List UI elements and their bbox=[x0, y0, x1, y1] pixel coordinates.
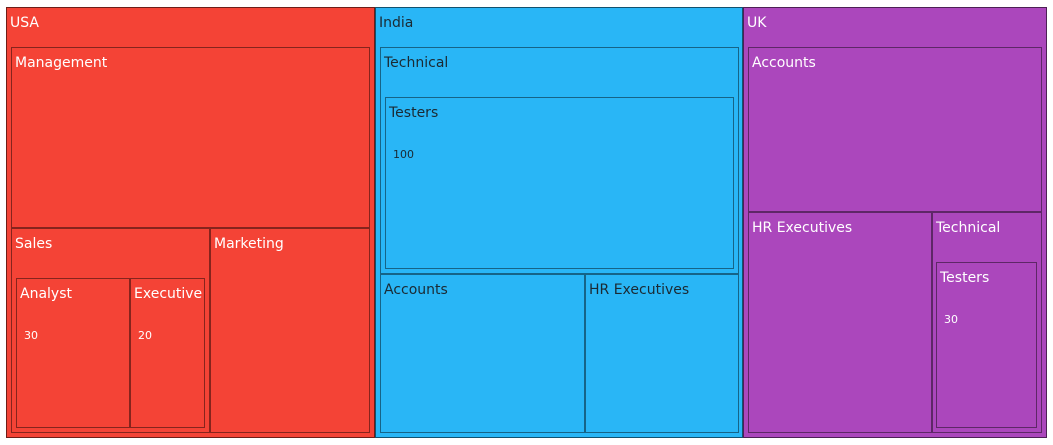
treemap-label: UK bbox=[747, 15, 767, 31]
treemap-label: Technical bbox=[384, 55, 449, 71]
treemap-label: Testers bbox=[940, 270, 990, 286]
treemap-label: Testers bbox=[389, 105, 439, 121]
treemap-node-uk[interactable]: UK Accounts HR Executives Technical Testers 3… bbox=[743, 7, 1047, 438]
treemap-label: India bbox=[379, 15, 414, 31]
treemap-node-accounts[interactable]: Accounts bbox=[380, 274, 585, 433]
treemap-node-testers[interactable]: Testers 100 bbox=[385, 97, 734, 269]
treemap-label: Accounts bbox=[752, 55, 816, 71]
treemap-node-hr-executives[interactable]: HR Executives bbox=[585, 274, 739, 433]
treemap-node-hr-executives[interactable]: HR Executives bbox=[748, 212, 932, 433]
treemap-label: Marketing bbox=[214, 236, 284, 252]
treemap-label: Analyst bbox=[20, 286, 72, 302]
treemap-label: USA bbox=[10, 15, 39, 31]
treemap-label: Sales bbox=[15, 236, 53, 252]
treemap-label: Technical bbox=[936, 220, 1001, 236]
treemap-node-india[interactable]: India Technical Testers 100 Accounts HR Execu… bbox=[375, 7, 743, 438]
treemap-node-testers[interactable]: Testers 30 bbox=[936, 262, 1037, 428]
treemap-node-technical[interactable]: Technical Testers 30 bbox=[932, 212, 1042, 433]
treemap-node-executive[interactable]: Executive 20 bbox=[130, 278, 205, 428]
treemap-label: Accounts bbox=[384, 282, 448, 298]
treemap-node-accounts[interactable]: Accounts bbox=[748, 47, 1042, 212]
treemap-label: Executive bbox=[134, 286, 203, 302]
treemap-node-marketing[interactable]: Marketing bbox=[210, 228, 370, 433]
treemap-value: 20 bbox=[138, 329, 152, 342]
treemap-node-management[interactable]: Management bbox=[11, 47, 370, 228]
treemap-value: 100 bbox=[393, 148, 414, 161]
treemap-value: 30 bbox=[944, 313, 958, 326]
treemap-node-technical[interactable]: Technical Testers 100 bbox=[380, 47, 739, 274]
treemap-label: HR Executives bbox=[752, 220, 853, 236]
treemap-label: HR Executives bbox=[589, 282, 690, 298]
treemap-node-sales[interactable]: Sales Analyst 30 Executive 20 bbox=[11, 228, 210, 433]
treemap-label: Management bbox=[15, 55, 108, 71]
treemap-chart: USA Management Sales Analyst 30 Executive 20 Ma… bbox=[6, 7, 1047, 438]
treemap-node-usa[interactable]: USA Management Sales Analyst 30 Executive 20 Ma… bbox=[6, 7, 375, 438]
treemap-node-analyst[interactable]: Analyst 30 bbox=[16, 278, 130, 428]
treemap-value: 30 bbox=[24, 329, 38, 342]
